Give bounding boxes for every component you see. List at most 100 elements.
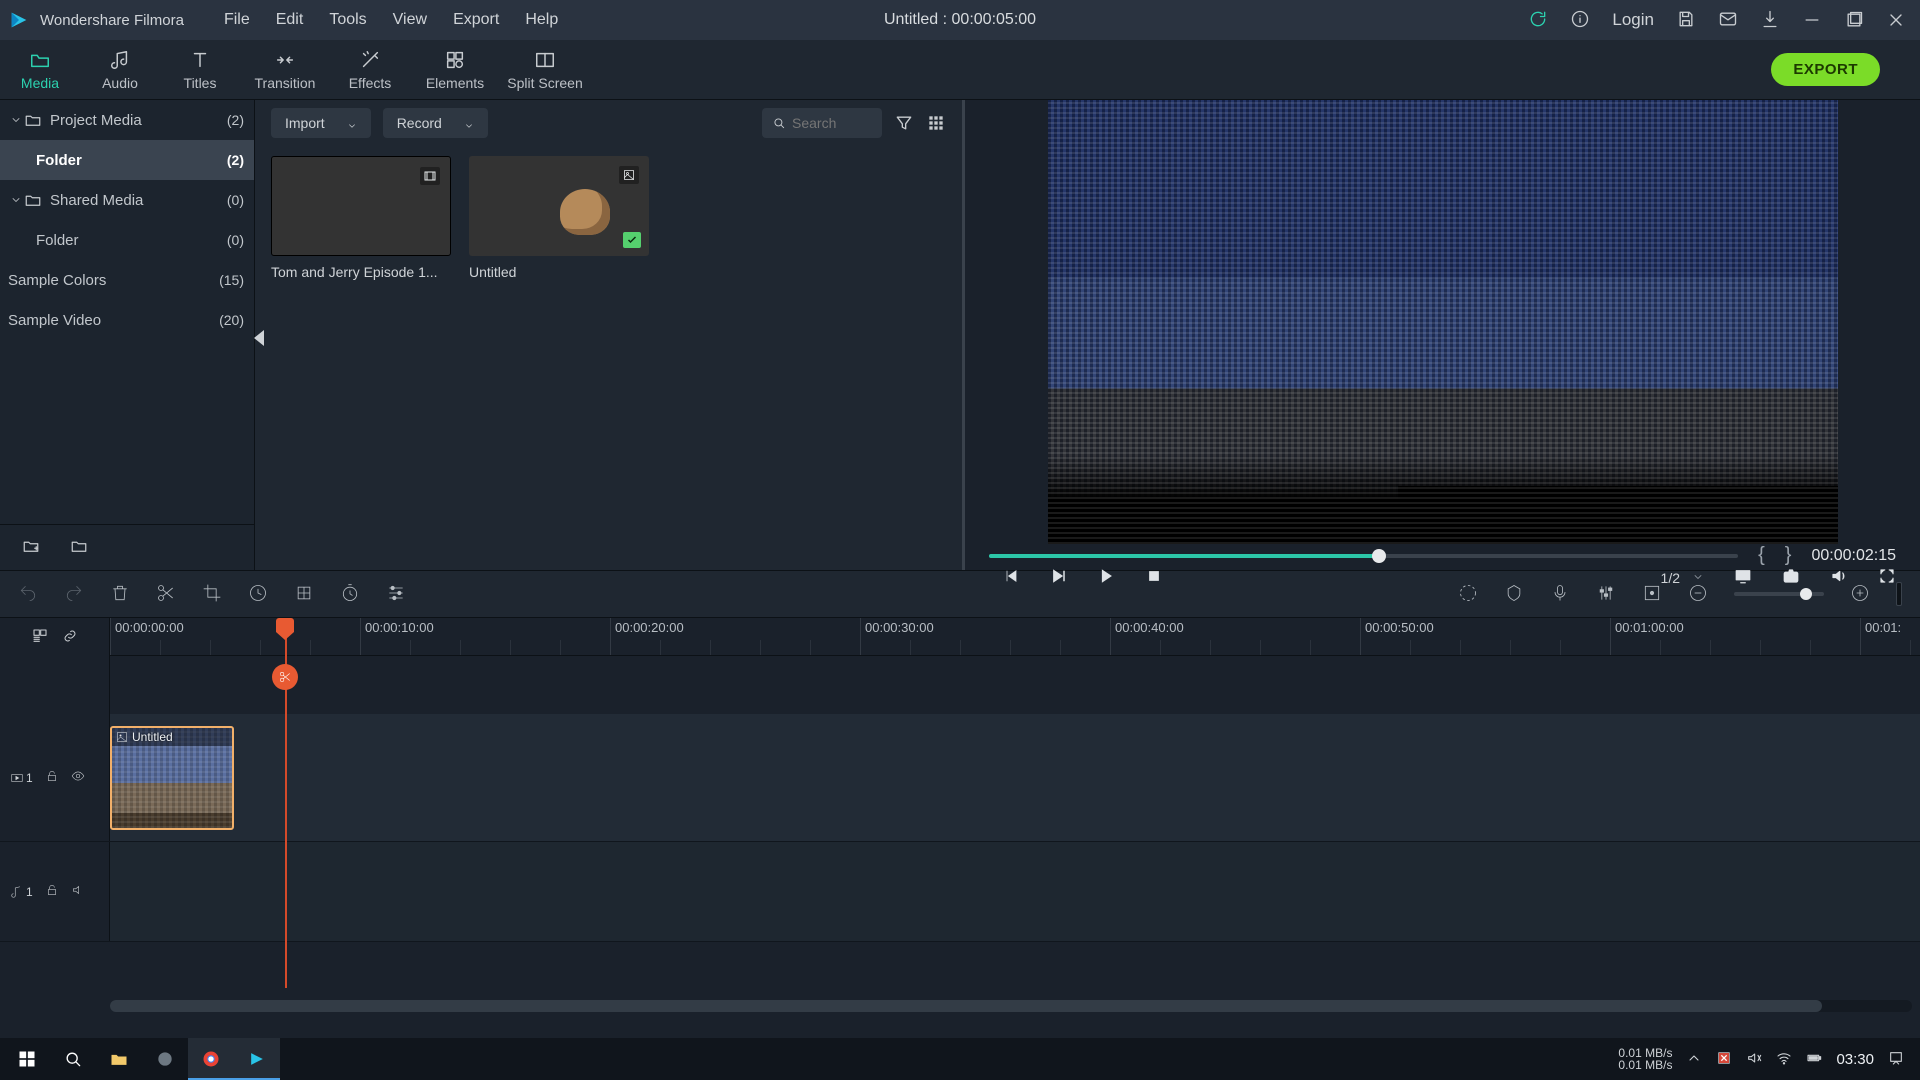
speed-icon[interactable] [248, 583, 268, 606]
render-icon[interactable] [1458, 583, 1478, 606]
stop-button[interactable] [1145, 567, 1163, 588]
lock-icon[interactable] [45, 769, 59, 786]
menu-help[interactable]: Help [525, 11, 558, 29]
color-icon[interactable] [294, 583, 314, 606]
import-dropdown[interactable]: Import [271, 108, 371, 138]
scrub-track[interactable] [989, 554, 1738, 558]
mode-media[interactable]: Media [0, 40, 80, 100]
video-track-body[interactable]: Untitled [110, 714, 1920, 841]
message-icon[interactable] [1718, 9, 1738, 32]
voiceover-icon[interactable] [1550, 583, 1570, 606]
tree-sample-colors[interactable]: Sample Colors (15) [0, 260, 254, 300]
filter-icon[interactable] [894, 113, 914, 133]
menu-file[interactable]: File [224, 11, 250, 29]
timeline-clip[interactable]: Untitled [110, 726, 234, 830]
update-icon[interactable] [1528, 9, 1548, 32]
minimize-button[interactable] [1802, 10, 1822, 30]
menu-tools[interactable]: Tools [329, 11, 366, 29]
tree-folder[interactable]: Folder (0) [0, 220, 254, 260]
display-icon[interactable] [1734, 567, 1752, 588]
tree-folder-selected[interactable]: Folder (2) [0, 140, 254, 180]
lock-icon[interactable] [45, 883, 59, 900]
undo-icon[interactable] [18, 583, 38, 606]
mode-transition[interactable]: Transition [240, 40, 330, 100]
playhead-scissor-icon[interactable] [272, 664, 298, 690]
zoom-fit-icon[interactable] [1896, 582, 1902, 606]
tree-sample-video[interactable]: Sample Video (20) [0, 300, 254, 340]
track-manage-icon[interactable] [32, 628, 48, 647]
login-button[interactable]: Login [1612, 10, 1654, 30]
info-icon[interactable] [1570, 9, 1590, 32]
zoom-in-icon[interactable] [1850, 583, 1870, 606]
timeline-ruler[interactable]: 00:00:00:0000:00:10:0000:00:20:0000:00:3… [110, 618, 1920, 656]
play-once-button[interactable] [1049, 567, 1067, 588]
snapshot-icon[interactable] [1782, 567, 1800, 588]
timeline-scrollbar[interactable] [110, 1000, 1912, 1012]
timeline-scrollbar-thumb[interactable] [110, 1000, 1822, 1012]
play-button[interactable] [1097, 567, 1115, 588]
mode-elements[interactable]: Elements [410, 40, 500, 100]
link-icon[interactable] [62, 628, 78, 647]
audio-mixer-icon[interactable] [1596, 583, 1616, 606]
menu-export[interactable]: Export [453, 11, 499, 29]
tree-project-media[interactable]: Project Media (2) [0, 100, 254, 140]
adjust-icon[interactable] [386, 583, 406, 606]
folder-icon[interactable] [70, 537, 88, 558]
collapse-sidebar-icon[interactable] [254, 330, 264, 346]
search-input[interactable] [792, 115, 872, 131]
redo-icon[interactable] [64, 583, 84, 606]
audio-track-body[interactable] [110, 842, 1920, 941]
duration-icon[interactable] [340, 583, 360, 606]
prev-frame-button[interactable] [1001, 567, 1019, 588]
tray-expand-icon[interactable] [1686, 1050, 1702, 1069]
mark-out-icon[interactable]: } [1785, 544, 1792, 567]
tray-volume-icon[interactable] [1746, 1050, 1762, 1069]
delete-icon[interactable] [110, 583, 130, 606]
mute-icon[interactable] [71, 883, 85, 900]
grid-view-icon[interactable] [926, 113, 946, 133]
volume-icon[interactable] [1830, 567, 1848, 588]
fullscreen-icon[interactable] [1878, 567, 1896, 588]
chrome-icon[interactable] [188, 1038, 234, 1080]
tree-label: Folder [36, 232, 79, 249]
search-box[interactable] [762, 108, 882, 138]
media-clip[interactable]: Tom and Jerry Episode 1... [271, 156, 451, 280]
mode-effects[interactable]: Effects [330, 40, 410, 100]
tray-wifi-icon[interactable] [1776, 1050, 1792, 1069]
menu-view[interactable]: View [393, 11, 427, 29]
marker-icon[interactable] [1504, 583, 1524, 606]
tray-app-icon[interactable] [1716, 1050, 1732, 1069]
eye-icon[interactable] [71, 769, 85, 786]
export-button[interactable]: EXPORT [1771, 53, 1880, 86]
mode-titles[interactable]: Titles [160, 40, 240, 100]
zoom-slider-handle[interactable] [1800, 588, 1812, 600]
crop-icon[interactable] [202, 583, 222, 606]
save-icon[interactable] [1676, 9, 1696, 32]
taskbar-clock[interactable]: 03:30 [1836, 1051, 1874, 1068]
filmora-taskbar-icon[interactable] [234, 1038, 280, 1080]
preview-frame[interactable] [1048, 100, 1838, 544]
close-button[interactable] [1886, 10, 1906, 30]
scrub-handle[interactable] [1372, 549, 1386, 563]
start-button[interactable] [4, 1038, 50, 1080]
mark-in-icon[interactable]: { [1758, 544, 1765, 567]
new-folder-icon[interactable] [22, 537, 40, 558]
taskbar-app-icon[interactable] [142, 1038, 188, 1080]
keyframe-icon[interactable] [1642, 583, 1662, 606]
zoom-out-icon[interactable] [1688, 583, 1708, 606]
taskbar-search-icon[interactable] [50, 1038, 96, 1080]
record-dropdown[interactable]: Record [383, 108, 488, 138]
split-icon[interactable] [156, 583, 176, 606]
playhead-head[interactable] [276, 618, 294, 632]
tray-battery-icon[interactable] [1806, 1050, 1822, 1069]
download-icon[interactable] [1760, 9, 1780, 32]
tree-shared-media[interactable]: Shared Media (0) [0, 180, 254, 220]
menu-edit[interactable]: Edit [276, 11, 304, 29]
notifications-icon[interactable] [1888, 1050, 1904, 1069]
mode-audio[interactable]: Audio [80, 40, 160, 100]
maximize-button[interactable] [1844, 10, 1864, 30]
file-explorer-icon[interactable] [96, 1038, 142, 1080]
zoom-slider[interactable] [1734, 592, 1824, 596]
media-clip[interactable]: Untitled [469, 156, 649, 280]
mode-split-screen[interactable]: Split Screen [500, 40, 590, 100]
